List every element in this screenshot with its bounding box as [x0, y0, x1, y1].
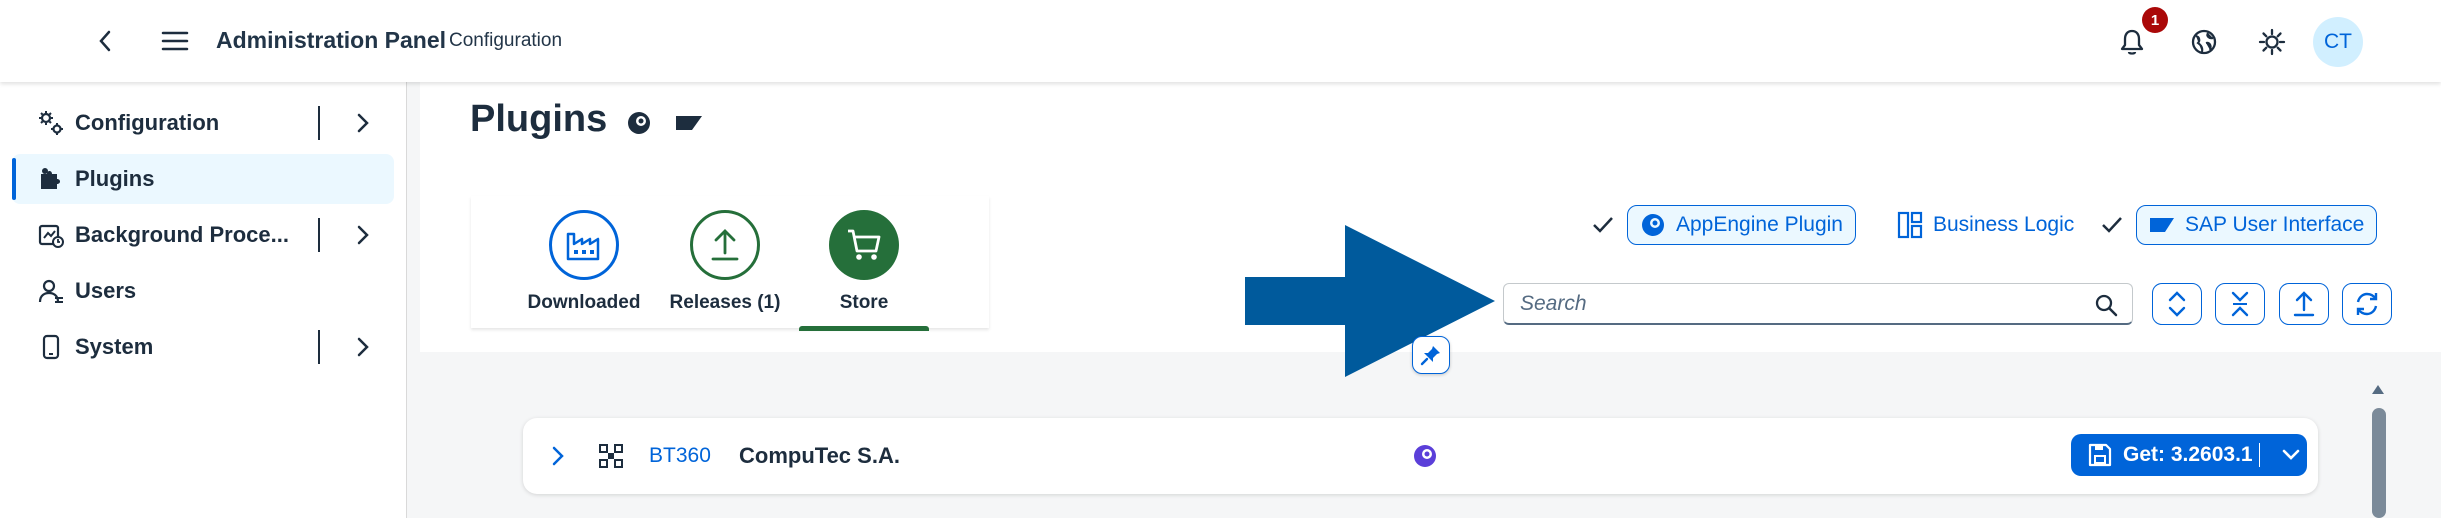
sidebar-item-plugins[interactable]: Plugins [12, 154, 394, 204]
scrollbar-thumb[interactable] [2372, 408, 2386, 518]
expand-all-button[interactable] [2152, 283, 2202, 325]
divider [318, 218, 320, 252]
collapse-all-button[interactable] [2215, 283, 2265, 325]
check-icon [1590, 210, 1616, 240]
save-icon [2085, 440, 2115, 470]
side-navigation: Configuration Plugins Background Proce..… [0, 82, 407, 518]
appengine-icon [624, 108, 654, 138]
menu-button[interactable] [156, 22, 194, 60]
tab-downloaded[interactable]: Downloaded [509, 210, 659, 313]
sidebar-item-system[interactable]: System [12, 322, 394, 372]
upload-icon [690, 210, 760, 280]
get-button-label: Get: 3.2603.1 [2123, 443, 2253, 466]
icon-tab-bar: Downloaded Releases (1) Store [471, 196, 989, 331]
expand-icon [2168, 291, 2186, 317]
filter-appengine-plugin[interactable]: AppEngine Plugin [1627, 205, 1856, 245]
sidebar-item-label: Plugins [75, 166, 155, 191]
chevron-right-icon[interactable] [543, 441, 573, 471]
device-icon [36, 332, 66, 362]
bell-icon [2120, 29, 2144, 55]
search-icon[interactable] [2092, 291, 2120, 319]
gears-icon [36, 108, 66, 138]
hamburger-icon [161, 31, 189, 51]
process-icon [36, 220, 66, 250]
refresh-icon [2356, 292, 2378, 316]
user-icon [36, 276, 66, 306]
chevron-down-icon[interactable] [2278, 442, 2304, 468]
appengine-icon [1409, 440, 1441, 472]
sidebar-item-background-processing[interactable]: Background Proce... [12, 210, 394, 260]
tab-label: Downloaded [527, 292, 641, 313]
selected-tab-indicator [799, 326, 929, 331]
language-button[interactable] [2184, 22, 2224, 62]
sidebar-item-users[interactable]: Users [12, 266, 394, 316]
upload-button[interactable] [2279, 283, 2329, 325]
divider [318, 330, 320, 364]
theme-button[interactable] [2252, 22, 2292, 62]
cart-icon [829, 210, 899, 280]
back-button[interactable] [88, 24, 122, 58]
search-input[interactable] [1520, 284, 2080, 324]
chevron-right-icon[interactable] [348, 108, 378, 138]
shell-bar: Administration Panel Configuration 1 CT [0, 0, 2441, 82]
sap-ui-icon [2147, 210, 2177, 240]
get-plugin-button[interactable]: Get: 3.2603.1 [2071, 434, 2307, 476]
divider [318, 106, 320, 140]
search-field[interactable] [1503, 283, 2133, 325]
pin-icon [1420, 346, 1440, 366]
divider [2258, 443, 2261, 467]
layout-icon [1895, 210, 1925, 240]
sidebar-item-label: System [75, 334, 154, 359]
chevron-left-icon [99, 30, 111, 52]
tab-label: Store [839, 292, 889, 313]
tab-store[interactable]: Store [789, 210, 939, 331]
collapse-icon [2231, 291, 2249, 317]
vendor-name: CompuTec S.A. [739, 443, 900, 468]
tab-releases[interactable]: Releases (1) [650, 210, 800, 313]
scroll-up-icon[interactable] [2370, 380, 2386, 398]
chevron-right-icon[interactable] [348, 332, 378, 362]
sidebar-item-label: Background Proce... [75, 222, 289, 247]
appengine-icon [1638, 210, 1668, 240]
tab-label: Releases (1) [669, 292, 781, 313]
list-item[interactable]: BT360 CompuTec S.A. Get: 3.2603.1 [523, 418, 2318, 494]
app-title[interactable]: Administration Panel [216, 27, 446, 54]
app-subtitle: Configuration [449, 30, 563, 51]
network-icon [595, 440, 627, 472]
filter-business-logic[interactable]: Business Logic [1895, 205, 2074, 245]
sap-ui-icon [674, 110, 704, 136]
notification-badge: 1 [2142, 7, 2168, 33]
user-avatar[interactable]: CT [2313, 17, 2363, 67]
check-icon [2099, 210, 2125, 240]
sidebar-item-label: Configuration [75, 110, 220, 135]
filter-label: SAP User Interface [2185, 213, 2365, 236]
refresh-button[interactable] [2342, 283, 2392, 325]
globe-icon [2191, 29, 2217, 55]
sidebar-item-configuration[interactable]: Configuration [12, 98, 394, 148]
annotation-arrow [1245, 225, 1495, 377]
upload-icon [2293, 291, 2315, 317]
puzzle-icon [36, 164, 66, 194]
plugin-id-link[interactable]: BT360 [649, 444, 711, 468]
chevron-right-icon[interactable] [348, 220, 378, 250]
factory-icon [549, 210, 619, 280]
filter-sap-user-interface[interactable]: SAP User Interface [2136, 205, 2378, 245]
sidebar-item-label: Users [75, 278, 137, 303]
sun-icon [2258, 28, 2286, 56]
pin-header-button[interactable] [1412, 336, 1450, 374]
page-title: Plugins [470, 98, 608, 140]
filter-label: Business Logic [1933, 213, 2075, 236]
filter-label: AppEngine Plugin [1676, 213, 1843, 236]
